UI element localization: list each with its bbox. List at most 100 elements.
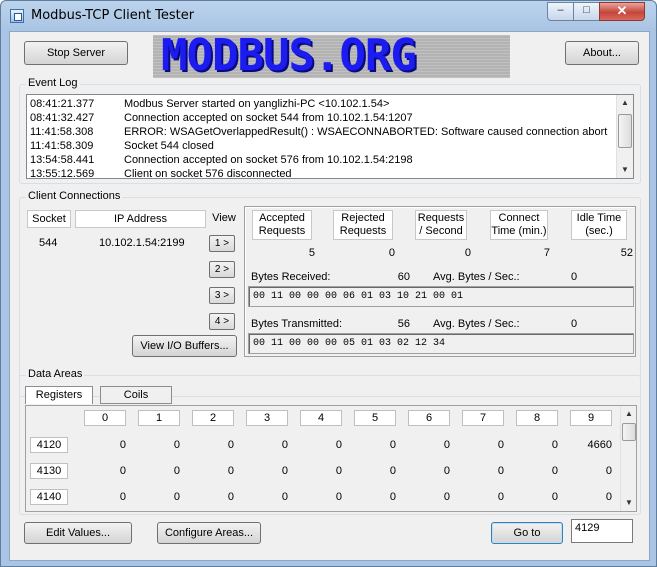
register-cell[interactable]: 0 bbox=[516, 465, 558, 477]
column-header: 1 bbox=[138, 410, 180, 426]
scroll-down-icon[interactable]: ▼ bbox=[617, 162, 633, 178]
register-cell[interactable]: 0 bbox=[246, 465, 288, 477]
log-time: 11:41:58.309 bbox=[30, 140, 94, 152]
scroll-thumb[interactable] bbox=[618, 114, 632, 148]
register-cell[interactable]: 0 bbox=[84, 439, 126, 451]
register-cell[interactable]: 0 bbox=[354, 491, 396, 503]
register-cell[interactable]: 0 bbox=[300, 465, 342, 477]
data-areas-group: Data Areas Registers Coils 0 1 2 3 4 5 6… bbox=[19, 368, 641, 515]
avg-tx-value: 0 bbox=[571, 318, 578, 330]
stop-server-button[interactable]: Stop Server bbox=[24, 41, 128, 65]
goto-button[interactable]: Go to bbox=[491, 522, 563, 544]
register-cell[interactable]: 0 bbox=[408, 439, 450, 451]
connection-ip[interactable]: 10.102.1.54:2199 bbox=[99, 237, 185, 249]
register-cell[interactable]: 0 bbox=[570, 491, 612, 503]
idle-time-value: 52 bbox=[620, 247, 633, 259]
column-header: 0 bbox=[84, 410, 126, 426]
register-cell[interactable]: 0 bbox=[300, 439, 342, 451]
bytes-transmitted-value: 56 bbox=[397, 318, 410, 330]
register-cell[interactable]: 0 bbox=[462, 491, 504, 503]
client-area: Stop Server MODBUS.ORG About... Event Lo… bbox=[9, 31, 650, 561]
log-message: Socket 544 closed bbox=[124, 140, 214, 152]
rejected-requests-value: 0 bbox=[388, 247, 395, 259]
register-cell[interactable]: 0 bbox=[192, 491, 234, 503]
app-icon bbox=[10, 9, 24, 23]
scroll-down-icon[interactable]: ▼ bbox=[621, 495, 637, 511]
register-cell[interactable]: 0 bbox=[138, 491, 180, 503]
maximize-button[interactable]: □ bbox=[573, 2, 600, 21]
register-cell[interactable]: 0 bbox=[462, 465, 504, 477]
column-header: 3 bbox=[246, 410, 288, 426]
register-cell[interactable]: 0 bbox=[570, 465, 612, 477]
register-cell[interactable]: 0 bbox=[408, 491, 450, 503]
modbus-org-logo: MODBUS.ORG bbox=[153, 35, 510, 78]
connection-socket[interactable]: 544 bbox=[39, 237, 57, 249]
configure-areas-button[interactable]: Configure Areas... bbox=[157, 522, 261, 544]
column-header: 8 bbox=[516, 410, 558, 426]
event-log-list[interactable]: 08:41:21.377 Modbus Server started on ya… bbox=[26, 94, 634, 180]
registers-grid[interactable]: 0 1 2 3 4 5 6 7 8 9 4120 0 0 0 0 0 0 0 0 bbox=[25, 405, 637, 512]
view-io-buffers-button[interactable]: View I/O Buffers... bbox=[132, 335, 237, 357]
column-header: 4 bbox=[300, 410, 342, 426]
close-icon: ✕ bbox=[616, 3, 628, 18]
register-cell[interactable]: 4660 bbox=[570, 439, 612, 451]
scroll-thumb[interactable] bbox=[622, 423, 636, 441]
event-log-label: Event Log bbox=[26, 77, 80, 89]
minimize-button[interactable]: – bbox=[547, 2, 574, 21]
idle-time-header: Idle Time (sec.) bbox=[571, 210, 627, 240]
tab-coils[interactable]: Coils bbox=[100, 386, 172, 404]
close-button[interactable]: ✕ bbox=[599, 2, 645, 21]
ip-address-header: IP Address bbox=[75, 210, 206, 228]
log-time: 13:55:12.569 bbox=[30, 168, 95, 180]
row-address: 4140 bbox=[30, 489, 68, 505]
register-cell[interactable]: 0 bbox=[462, 439, 504, 451]
received-bytes-hex: 00 11 00 00 00 06 01 03 10 21 00 01 bbox=[248, 286, 634, 307]
accepted-requests-value: 5 bbox=[308, 247, 315, 259]
register-cell[interactable]: 0 bbox=[84, 465, 126, 477]
register-cell[interactable]: 0 bbox=[192, 439, 234, 451]
data-areas-label: Data Areas bbox=[26, 368, 85, 380]
register-cell[interactable]: 0 bbox=[408, 465, 450, 477]
connect-time-value: 7 bbox=[543, 247, 550, 259]
row-address: 4120 bbox=[30, 437, 68, 453]
data-grid-scrollbar[interactable]: ▲ ▼ bbox=[620, 406, 636, 511]
log-message: Modbus Server started on yanglizhi-PC <1… bbox=[124, 98, 390, 110]
register-cell[interactable]: 0 bbox=[354, 439, 396, 451]
scroll-up-icon[interactable]: ▲ bbox=[617, 95, 633, 111]
requests-per-second-header: Requests / Second bbox=[415, 210, 467, 240]
log-message: Client on socket 576 disconnected bbox=[124, 168, 292, 180]
scroll-up-icon[interactable]: ▲ bbox=[621, 406, 637, 422]
register-cell[interactable]: 0 bbox=[246, 439, 288, 451]
client-connections-group: Client Connections Socket IP Address Vie… bbox=[19, 190, 641, 397]
view-button-3[interactable]: 3 > bbox=[209, 287, 235, 304]
goto-address-input[interactable]: 4129 bbox=[571, 519, 633, 543]
about-button[interactable]: About... bbox=[565, 41, 639, 65]
accepted-requests-header: Accepted Requests bbox=[252, 210, 312, 240]
tab-registers[interactable]: Registers bbox=[25, 386, 93, 404]
logo-text-primary: MODBUS.ORG bbox=[161, 35, 417, 78]
connect-time-header: Connect Time (min.) bbox=[490, 210, 548, 240]
register-cell[interactable]: 0 bbox=[516, 491, 558, 503]
view-button-1[interactable]: 1 > bbox=[209, 235, 235, 252]
column-header: 9 bbox=[570, 410, 612, 426]
title-bar[interactable]: Modbus-TCP Client Tester – □ ✕ bbox=[1, 1, 656, 31]
register-cell[interactable]: 0 bbox=[192, 465, 234, 477]
view-button-4[interactable]: 4 > bbox=[209, 313, 235, 330]
connection-stats-panel: Accepted Requests Rejected Requests Reques… bbox=[244, 206, 636, 357]
log-message: Connection accepted on socket 544 from 1… bbox=[124, 112, 413, 124]
edit-values-button[interactable]: Edit Values... bbox=[24, 522, 132, 544]
transmitted-bytes-hex: 00 11 00 00 00 05 01 03 02 12 34 bbox=[248, 333, 634, 354]
register-cell[interactable]: 0 bbox=[84, 491, 126, 503]
bytes-received-label: Bytes Received: bbox=[251, 271, 331, 283]
register-cell[interactable]: 0 bbox=[516, 439, 558, 451]
register-cell[interactable]: 0 bbox=[138, 465, 180, 477]
log-time: 11:41:58.308 bbox=[30, 126, 94, 138]
register-cell[interactable]: 0 bbox=[300, 491, 342, 503]
register-cell[interactable]: 0 bbox=[354, 465, 396, 477]
view-button-2[interactable]: 2 > bbox=[209, 261, 235, 278]
register-cell[interactable]: 0 bbox=[138, 439, 180, 451]
minimize-icon: – bbox=[557, 4, 564, 16]
register-cell[interactable]: 0 bbox=[246, 491, 288, 503]
event-log-scrollbar[interactable]: ▲ ▼ bbox=[616, 95, 633, 178]
log-time: 13:54:58.441 bbox=[30, 154, 95, 166]
